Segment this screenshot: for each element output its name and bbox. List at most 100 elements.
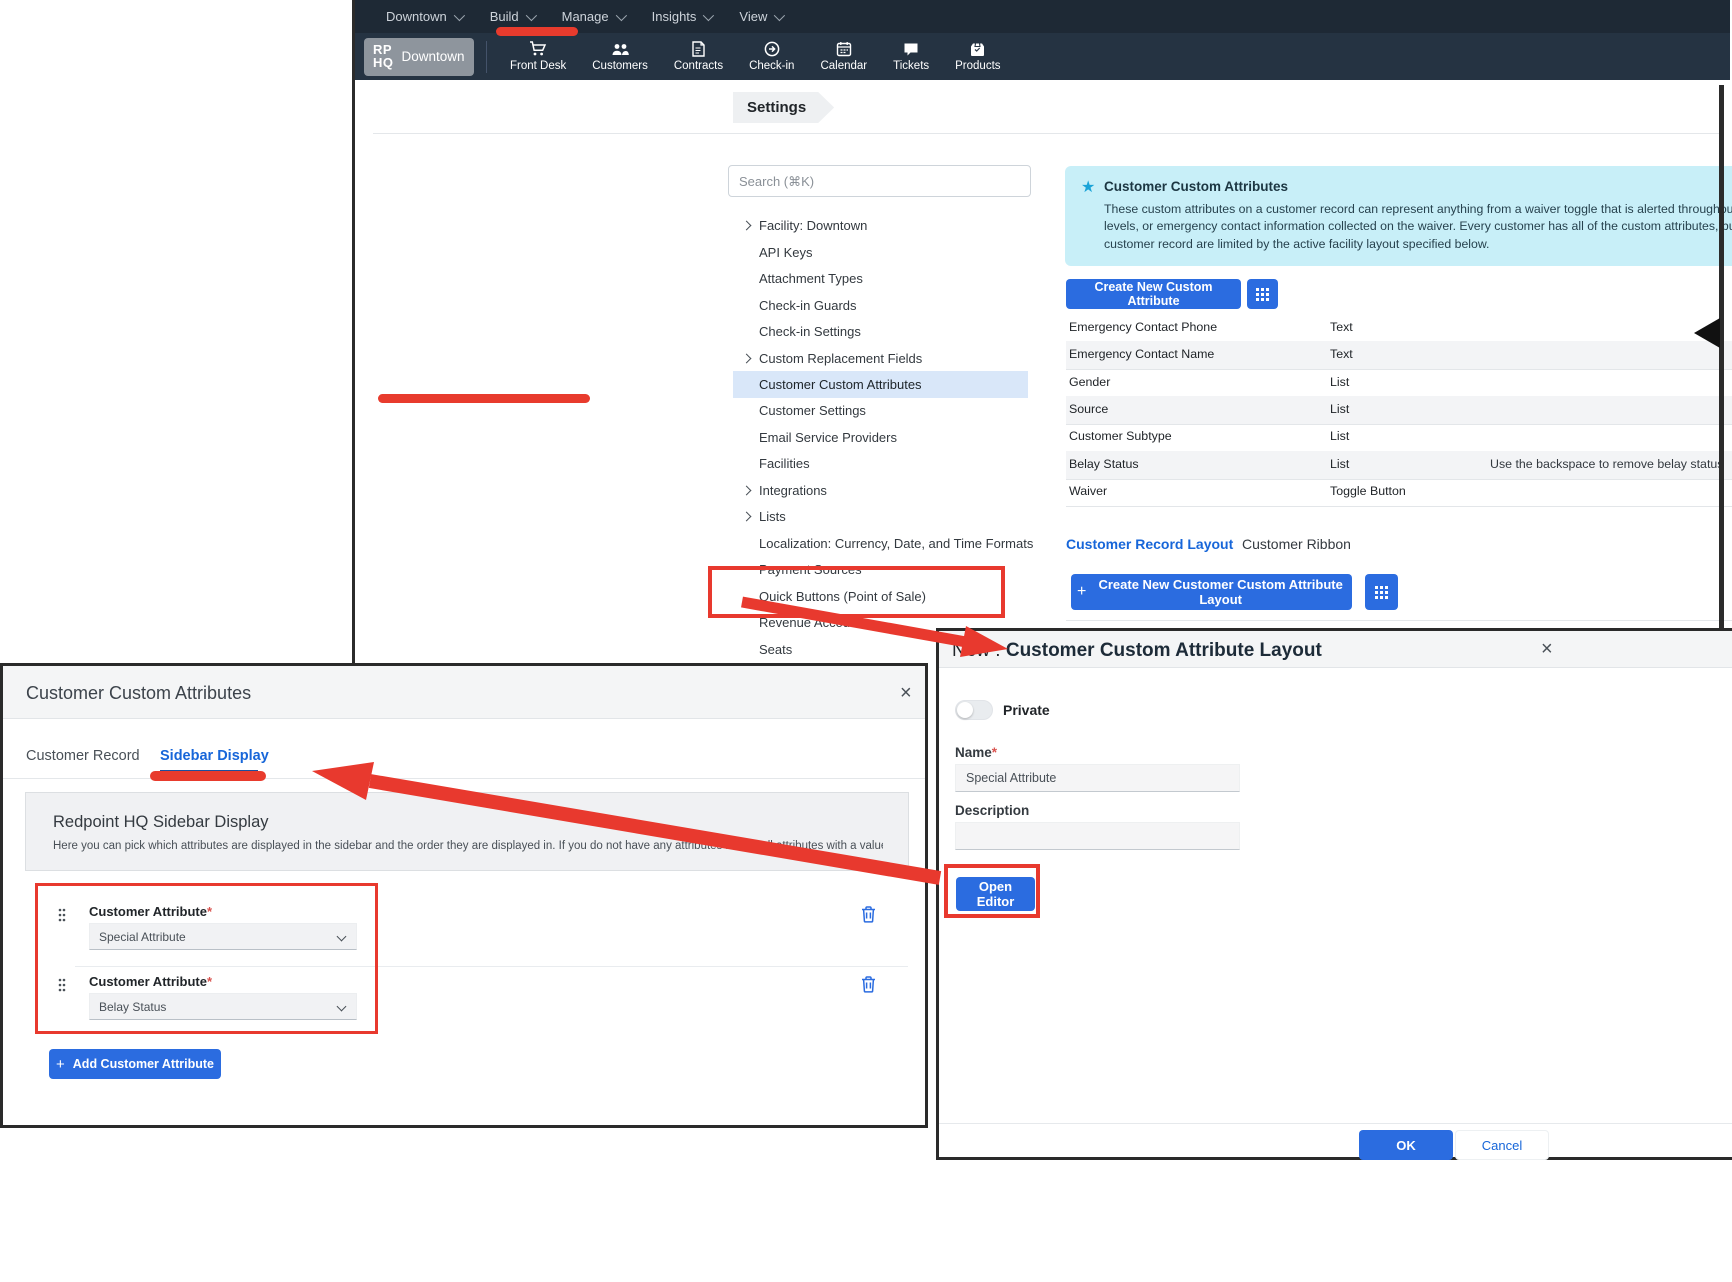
- sidebar-item-customer-settings[interactable]: Customer Settings: [733, 397, 1028, 424]
- nav-item-products[interactable]: Products: [942, 33, 1013, 80]
- panel-title: Redpoint HQ Sidebar Display: [53, 813, 269, 831]
- drag-handle-icon[interactable]: [58, 908, 66, 927]
- table-row[interactable]: Gender List: [1066, 369, 1732, 398]
- attribute-label-text: Customer Attribute: [89, 974, 207, 989]
- add-customer-attribute-button[interactable]: + Add Customer Attribute: [49, 1049, 221, 1079]
- menu-item-downtown[interactable]: Downtown: [372, 0, 476, 33]
- info-body: These custom attributes on a customer re…: [1104, 202, 1732, 251]
- tabs-divider: [3, 778, 925, 779]
- open-editor-button[interactable]: Open Editor: [956, 877, 1035, 911]
- toolbar-divider: [486, 40, 487, 73]
- table-cell-name: Waiver: [1069, 483, 1108, 498]
- name-label: Name*: [955, 745, 998, 760]
- sidebar-item-label: Quick Buttons (Point of Sale): [759, 588, 926, 604]
- tab-customer-ribbon[interactable]: Customer Ribbon: [1242, 536, 1351, 552]
- active-tab-underline: [160, 770, 258, 773]
- nav-item-label: Check-in: [749, 60, 795, 72]
- menu-item-label: Build: [489, 9, 519, 24]
- footer-divider: [939, 1123, 1732, 1124]
- tab-customer-record-layout[interactable]: Customer Record Layout: [1066, 536, 1233, 552]
- grid-icon: [1375, 585, 1388, 599]
- close-icon[interactable]: ×: [900, 683, 912, 703]
- nav-item-calendar[interactable]: Calendar: [807, 33, 880, 80]
- sidebar-item-label: Seats: [759, 641, 793, 657]
- ok-button[interactable]: OK: [1359, 1130, 1453, 1160]
- sidebar-item-payment-sources[interactable]: Payment Sources: [733, 556, 1028, 583]
- nav-item-label: Products: [955, 59, 1001, 72]
- calendar-icon: [836, 41, 852, 57]
- table-row[interactable]: Emergency Contact Name Text: [1066, 341, 1732, 371]
- sidebar-item-facility-downtown[interactable]: Facility: Downtown: [733, 212, 1028, 239]
- table-cell-name: Gender: [1069, 374, 1111, 389]
- attribute-select[interactable]: Special Attribute: [89, 923, 357, 950]
- sidebar-item-integrations[interactable]: Integrations: [733, 477, 1028, 504]
- search-input[interactable]: [728, 165, 1031, 197]
- sidebar-item-check-in-guards[interactable]: Check-in Guards: [733, 292, 1028, 319]
- sidebar-item-attachment-types[interactable]: Attachment Types: [733, 265, 1028, 292]
- attribute-select[interactable]: Belay Status: [89, 993, 357, 1020]
- cart-icon: [529, 41, 547, 57]
- table-cell-type: List: [1330, 429, 1350, 444]
- star-icon: ★: [1081, 179, 1096, 196]
- create-attribute-button[interactable]: Create New Custom Attribute: [1066, 279, 1241, 309]
- table-row[interactable]: Belay Status List Use the backspace to rem…: [1066, 450, 1732, 480]
- menu-item-view[interactable]: View: [725, 0, 796, 33]
- table-cell-name: Source: [1069, 401, 1109, 416]
- nav-item-label: Contracts: [673, 60, 724, 72]
- plus-icon: +: [1077, 583, 1087, 600]
- cancel-button[interactable]: Cancel: [1455, 1130, 1549, 1160]
- nav-item-front-desk[interactable]: Front Desk: [497, 33, 579, 80]
- screenshot-stage: Downtown Build Manage Insights View RP HQ Dow…: [0, 0, 1732, 1282]
- private-toggle[interactable]: [955, 700, 993, 720]
- nav-item-check-in[interactable]: Check-in: [736, 33, 807, 80]
- table-row[interactable]: Source List: [1066, 395, 1732, 425]
- sidebar-item-check-in-settings[interactable]: Check-in Settings: [733, 318, 1028, 345]
- name-field[interactable]: [955, 764, 1240, 792]
- sidebar-item-localization-currency-date-and-time-formats[interactable]: Localization: Currency, Date, and Time F…: [733, 530, 1033, 557]
- sidebar-item-label: Check-in Guards: [759, 297, 857, 313]
- trash-icon[interactable]: [861, 906, 876, 928]
- table-cell-type: List: [1330, 374, 1350, 389]
- menu-item-manage[interactable]: Manage: [548, 0, 638, 33]
- attribute-label: Customer Attribute*: [89, 974, 212, 989]
- nav-item-tickets[interactable]: Tickets: [880, 33, 942, 80]
- drag-handle-icon[interactable]: [58, 978, 66, 997]
- table-cell-name: Customer Subtype: [1069, 429, 1172, 444]
- layout-grid-view-button[interactable]: [1365, 574, 1398, 610]
- toggle-knob: [957, 702, 973, 718]
- sidebar-item-customer-custom-attributes[interactable]: Customer Custom Attributes: [733, 371, 1028, 398]
- facility-name: Downtown: [401, 49, 465, 64]
- menu-item-insights[interactable]: Insights: [638, 0, 726, 33]
- menu-item-label: Downtown: [386, 9, 447, 24]
- toolbar-nav: Front Desk Customers Contracts Check-in Cale…: [497, 33, 1014, 80]
- create-layout-button[interactable]: + Create New Customer Custom Attribute L…: [1071, 574, 1352, 610]
- sidebar-item-custom-replacement-fields[interactable]: Custom Replacement Fields: [733, 345, 1028, 372]
- sidebar-item-lists[interactable]: Lists: [733, 503, 1028, 530]
- sidebar-item-facilities[interactable]: Facilities: [733, 450, 1028, 477]
- sidebar-item-quick-buttons-point-of-sale-[interactable]: Quick Buttons (Point of Sale): [733, 583, 1028, 610]
- sidebar-item-label: Email Service Providers: [759, 429, 897, 445]
- tab-sidebar-display[interactable]: Sidebar Display: [160, 748, 269, 764]
- trash-icon[interactable]: [861, 976, 876, 998]
- app-window: Downtown Build Manage Insights View RP HQ Dow…: [352, 0, 1732, 663]
- header-divider: [373, 133, 1723, 134]
- table-cell-type: List: [1330, 401, 1350, 416]
- sidebar-item-api-keys[interactable]: API Keys: [733, 239, 1028, 266]
- grid-view-button[interactable]: [1247, 279, 1278, 309]
- sidebar-item-email-service-providers[interactable]: Email Service Providers: [733, 424, 1028, 451]
- table-cell-name: Emergency Contact Phone: [1069, 320, 1218, 334]
- brand-tile[interactable]: RP HQ Downtown: [364, 37, 474, 76]
- sidebar-item-label: API Keys: [759, 244, 813, 260]
- table-row[interactable]: WaiverToggle ButtonFacility g: [1066, 478, 1732, 507]
- menu-item-build[interactable]: Build: [476, 0, 548, 33]
- table-row[interactable]: Emergency Contact Phone Text: [1066, 314, 1732, 343]
- description-field[interactable]: [955, 822, 1240, 850]
- tab-customer-record[interactable]: Customer Record: [26, 748, 140, 764]
- sidebar-item-label: Check-in Settings: [759, 324, 861, 340]
- table-row[interactable]: Customer Subtype List: [1066, 423, 1732, 453]
- top-menubar: Downtown Build Manage Insights View: [355, 0, 1730, 33]
- close-icon[interactable]: ×: [1541, 639, 1553, 659]
- nav-item-contracts[interactable]: Contracts: [661, 33, 736, 80]
- nav-item-customers[interactable]: Customers: [579, 33, 661, 80]
- cursor-arrow-icon: [1694, 318, 1720, 348]
